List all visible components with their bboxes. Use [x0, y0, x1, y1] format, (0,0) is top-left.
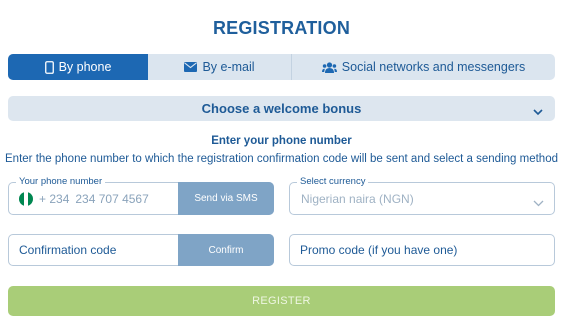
register-button[interactable]: REGISTER: [8, 286, 555, 316]
promo-code-input[interactable]: [290, 235, 554, 265]
currency-select[interactable]: Select currency Nigerian naira (NGN): [289, 176, 555, 215]
send-sms-button[interactable]: Send via SMS: [178, 182, 274, 215]
chevron-down-icon: [533, 194, 544, 212]
phone-input[interactable]: [75, 191, 156, 206]
welcome-bonus-label: Choose a welcome bonus: [201, 101, 362, 116]
currency-value: Nigerian naira (NGN): [301, 192, 414, 206]
phone-input-area: + 234: [9, 183, 179, 214]
phone-number-field: Your phone number + 234 Send via SMS: [8, 176, 274, 215]
page-title: REGISTRATION: [212, 18, 351, 38]
envelope-icon: [184, 62, 198, 72]
promo-code-field: [289, 234, 555, 266]
tab-social-networks-label: Social networks and messengers: [341, 60, 526, 74]
tab-social-networks[interactable]: Social networks and messengers: [292, 54, 555, 80]
phone-icon: [44, 60, 54, 74]
nigeria-flag-icon[interactable]: [19, 191, 33, 206]
confirmation-code-field: Confirm: [8, 234, 274, 266]
users-icon: [321, 61, 337, 73]
confirmation-code-input[interactable]: [9, 235, 179, 265]
tab-by-email-label: By e-mail: [202, 60, 255, 74]
tab-by-phone-label: By phone: [58, 60, 112, 74]
confirm-button[interactable]: Confirm: [178, 234, 274, 266]
tab-by-email[interactable]: By e-mail: [148, 54, 292, 80]
registration-tabs: By phone By e-mail Social networks and m…: [8, 54, 555, 80]
welcome-bonus-dropdown[interactable]: Choose a welcome bonus: [8, 96, 555, 121]
currency-legend: Select currency: [297, 176, 369, 188]
instructions-text: Enter the phone number to which the regi…: [5, 153, 558, 165]
tab-by-phone[interactable]: By phone: [8, 54, 148, 80]
country-code: + 234: [39, 191, 70, 206]
chevron-down-icon: [533, 103, 543, 121]
section-heading: Enter your phone number: [211, 135, 352, 147]
